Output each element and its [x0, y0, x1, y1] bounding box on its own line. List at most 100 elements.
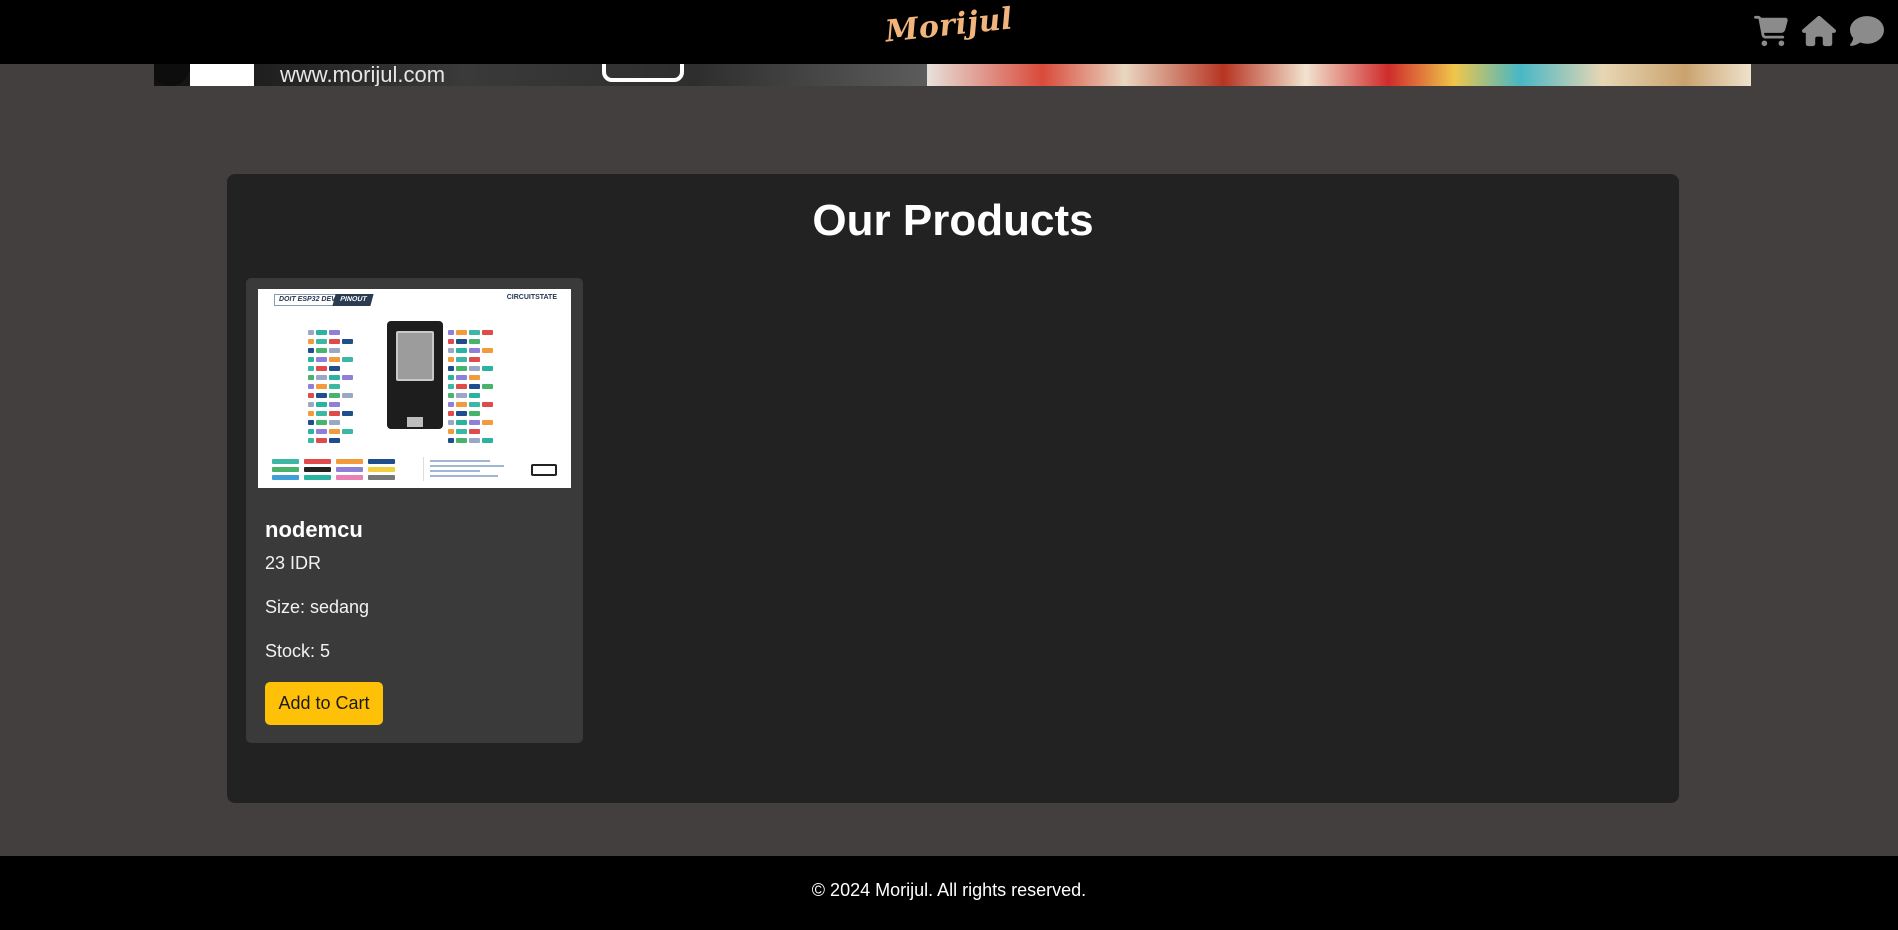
- pin-label: [456, 411, 467, 416]
- pinout-legend-row: [272, 467, 395, 472]
- usb-port-graphic: [407, 417, 423, 427]
- pin-label: [456, 375, 467, 380]
- pin-label: [316, 393, 327, 398]
- note-line: [430, 465, 504, 467]
- add-to-cart-button[interactable]: Add to Cart: [265, 682, 383, 725]
- pin-label: [308, 384, 314, 389]
- pin-label: [329, 384, 340, 389]
- banner-outline-graphic: [602, 64, 684, 82]
- pinout-right-pins: [448, 329, 508, 446]
- pin-label: [482, 366, 493, 371]
- pin-label: [456, 366, 467, 371]
- pin-label: [456, 438, 467, 443]
- pin-label: [329, 438, 340, 443]
- pin-label: [316, 384, 327, 389]
- product-card: DOIT ESP32 DEVKIT V1 PINOUT CIRCUITSTATE: [246, 278, 583, 743]
- pin-label: [482, 348, 493, 353]
- note-line: [430, 460, 490, 462]
- pin-row: [308, 392, 368, 400]
- legend-chip: [272, 467, 299, 472]
- banner-white-block: [190, 64, 254, 86]
- pin-label: [469, 438, 480, 443]
- pin-label: [329, 366, 340, 371]
- pin-label: [316, 438, 327, 443]
- pin-row: [308, 419, 368, 427]
- pinout-legend-row: [272, 475, 395, 480]
- pin-label: [456, 330, 467, 335]
- pin-label: [316, 420, 327, 425]
- pin-label: [469, 366, 480, 371]
- pin-row: [448, 356, 508, 364]
- pin-label: [316, 375, 327, 380]
- pin-row: [308, 347, 368, 355]
- pin-label: [308, 429, 314, 434]
- pin-label: [316, 339, 327, 344]
- pin-label: [329, 411, 340, 416]
- note-line: [430, 475, 498, 477]
- pin-label: [308, 402, 314, 407]
- pin-label: [448, 339, 454, 344]
- product-size: Size: sedang: [265, 597, 370, 617]
- pin-row: [448, 365, 508, 373]
- pin-label: [469, 393, 480, 398]
- esp32-module-graphic: [396, 331, 434, 381]
- pin-label: [342, 339, 353, 344]
- pin-row: [448, 392, 508, 400]
- pin-row: [308, 437, 368, 445]
- pin-label: [342, 411, 353, 416]
- legend-chip: [368, 475, 395, 480]
- pin-label: [308, 393, 314, 398]
- pin-label: [308, 357, 314, 362]
- pin-label: [329, 339, 340, 344]
- pin-label: [316, 429, 327, 434]
- banner-line-graphic: [691, 64, 777, 84]
- pin-label: [448, 330, 454, 335]
- site-logo[interactable]: Morijul: [884, 1, 1015, 49]
- pin-label: [316, 402, 327, 407]
- pin-label: [469, 411, 480, 416]
- banner-circle-graphic: [154, 64, 190, 86]
- legend-chip: [368, 467, 395, 472]
- pin-label: [469, 375, 480, 380]
- pin-label: [448, 393, 454, 398]
- pin-label: [329, 393, 340, 398]
- pin-label: [308, 411, 314, 416]
- legend-chip: [272, 475, 299, 480]
- home-icon[interactable]: [1802, 14, 1836, 48]
- pin-row: [448, 347, 508, 355]
- pin-label: [308, 366, 314, 371]
- pinout-legend-row: [272, 459, 395, 464]
- header-nav: [1754, 14, 1884, 48]
- pin-row: [308, 329, 368, 337]
- hero-banner: www.morijul.com: [154, 64, 1751, 86]
- pin-label: [342, 357, 353, 362]
- banner-left-panel: www.morijul.com: [154, 64, 927, 86]
- product-price: 23 IDR: [265, 553, 322, 573]
- pin-label: [316, 330, 327, 335]
- legend-chip: [368, 459, 395, 464]
- pin-label: [482, 402, 493, 407]
- pin-label: [448, 411, 454, 416]
- pin-row: [308, 410, 368, 418]
- pin-label: [448, 438, 454, 443]
- pin-row: [308, 428, 368, 436]
- pinout-badge: PINOUT: [332, 294, 375, 306]
- product-image[interactable]: DOIT ESP32 DEVKIT V1 PINOUT CIRCUITSTATE: [258, 289, 571, 488]
- pin-label: [456, 402, 467, 407]
- pin-label: [316, 357, 327, 362]
- pin-label: [329, 420, 340, 425]
- chat-icon[interactable]: [1849, 14, 1884, 48]
- pin-label: [316, 411, 327, 416]
- pinout-left-pins: [308, 329, 368, 446]
- product-name[interactable]: nodemcu: [265, 517, 363, 543]
- pin-label: [456, 357, 467, 362]
- pin-label: [329, 348, 340, 353]
- pin-label: [448, 420, 454, 425]
- pin-label: [448, 429, 454, 434]
- pin-label: [308, 375, 314, 380]
- legend-chip: [336, 475, 363, 480]
- site-footer: © 2024 Morijul. All rights reserved.: [0, 856, 1898, 930]
- pin-label: [329, 375, 340, 380]
- pin-label: [329, 330, 340, 335]
- cart-icon[interactable]: [1754, 14, 1788, 48]
